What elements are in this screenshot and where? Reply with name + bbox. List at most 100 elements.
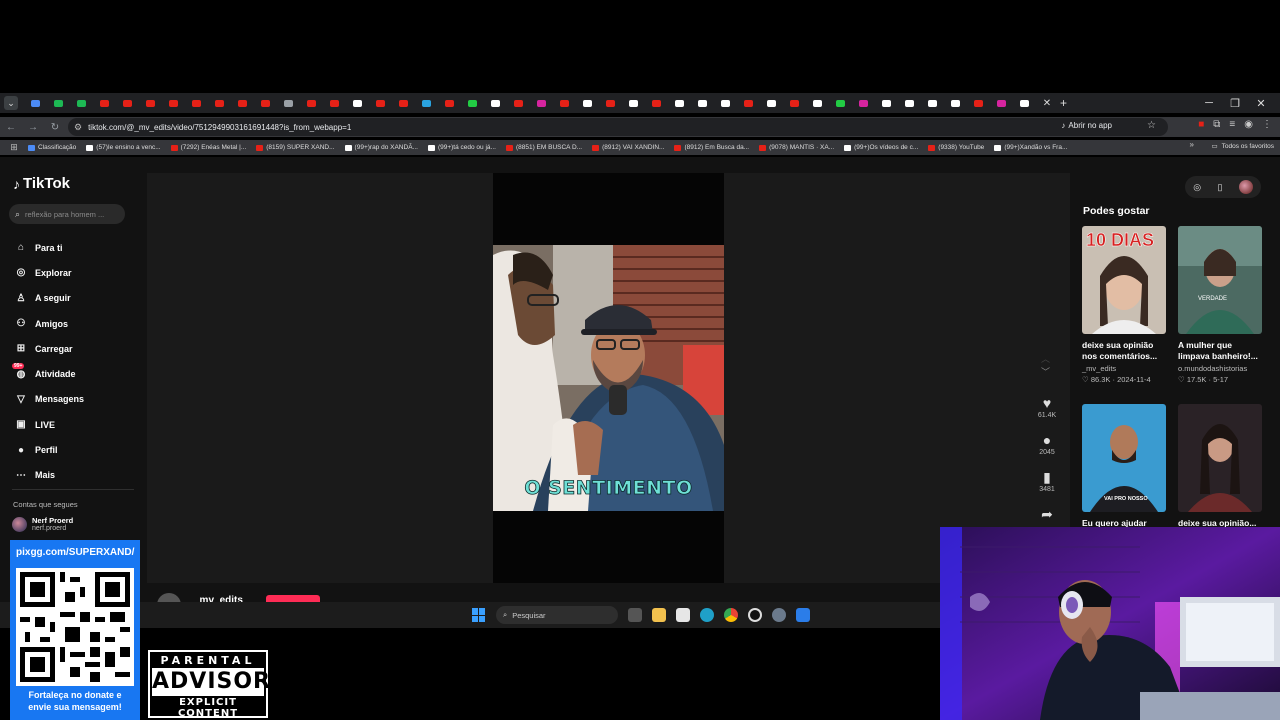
obs-icon[interactable] (748, 608, 762, 622)
browser-tab[interactable] (445, 99, 454, 107)
browser-tab[interactable] (629, 99, 638, 107)
browser-tab[interactable] (330, 99, 339, 107)
browser-tab[interactable] (836, 99, 845, 107)
tab-search-button[interactable]: ⌄ (4, 96, 18, 110)
browser-tab[interactable] (169, 99, 178, 107)
chrome-icon[interactable] (724, 608, 738, 622)
browser-tab[interactable] (698, 99, 707, 107)
browser-tab[interactable] (353, 99, 362, 107)
bookmark-item[interactable]: (7292) Enéas Metal |... (170, 144, 246, 151)
next-video-icon[interactable]: ﹀ (1041, 365, 1050, 378)
bookmark-item[interactable]: (8851) EM BUSCA D... (505, 144, 582, 151)
sidebar-item-upload[interactable]: ⊞ Carregar (12, 336, 84, 361)
sidebar-item-friends[interactable]: ⚇ Amigos (12, 311, 84, 336)
sidebar-item-following[interactable]: ♙ A seguir (12, 286, 84, 311)
new-tab-button[interactable]: + (1060, 96, 1067, 110)
app-blue-icon[interactable] (796, 608, 810, 622)
user-avatar[interactable] (1238, 180, 1253, 194)
bookmark-item[interactable]: (8159) SUPER XAND... (256, 144, 335, 151)
browser-tab[interactable] (560, 99, 569, 107)
forward-icon[interactable]: → (22, 122, 44, 133)
browser-tab[interactable] (997, 99, 1006, 107)
browser-tab[interactable] (100, 99, 109, 107)
browser-tab[interactable] (974, 99, 983, 107)
browser-tab[interactable] (238, 99, 247, 107)
apps-grid-icon[interactable]: ⊞ (0, 142, 28, 153)
browser-tab[interactable] (606, 99, 615, 107)
browser-tab[interactable] (491, 99, 500, 107)
browser-tab[interactable] (951, 99, 960, 107)
bookmark-item[interactable]: (99+)Xandão vs Fra... (994, 144, 1067, 151)
browser-tab[interactable] (468, 99, 477, 107)
browser-tab[interactable] (767, 99, 776, 107)
edge-icon[interactable] (700, 608, 714, 622)
recommended-video-2[interactable]: VERDADE A mulher que limpava banheiro!..… (1178, 226, 1264, 384)
file-explorer-icon[interactable] (652, 608, 666, 622)
store-icon[interactable] (676, 608, 690, 622)
site-info-icon[interactable]: ⚙ (74, 122, 82, 133)
close-tab-icon[interactable]: ✕ (1040, 98, 1054, 109)
bookmark-item[interactable]: (99+)Os vídeos de c... (844, 144, 918, 151)
sidebar-item-profile[interactable]: ● Perfil (12, 437, 84, 462)
profile-avatar-icon[interactable]: ◉ (1244, 119, 1253, 130)
browser-tab[interactable] (1020, 99, 1029, 107)
browser-tab[interactable] (376, 99, 385, 107)
minimize-icon[interactable]: ─ (1196, 97, 1222, 109)
back-icon[interactable]: ← (0, 122, 22, 133)
bookmark-item[interactable]: (99+)rap do XANDÃ... (344, 144, 418, 151)
reload-icon[interactable]: ↻ (44, 122, 66, 133)
browser-tab[interactable] (307, 99, 316, 107)
browser-tab[interactable] (721, 99, 730, 107)
prev-video-icon[interactable]: ︿ (1041, 352, 1050, 365)
sidebar-item-more[interactable]: ⋯ Mais (12, 463, 84, 488)
browser-tab[interactable] (583, 99, 592, 107)
browser-tab[interactable] (146, 99, 155, 107)
comment-icon[interactable]: ● (1043, 432, 1051, 449)
browser-tab[interactable] (192, 99, 201, 107)
sidebar-item-home[interactable]: ⌂ Para ti (12, 235, 84, 260)
bookmark-item[interactable]: (8912) Em Busca da... (674, 144, 749, 151)
browser-tab[interactable] (123, 99, 132, 107)
bookmark-star-icon[interactable]: ☆ (1147, 120, 1156, 131)
reading-list-icon[interactable]: ≡ (1229, 119, 1235, 130)
recommended-video-1[interactable]: 10 DIAS deixe sua opinião nos comentário… (1082, 226, 1168, 384)
bookmark-icon[interactable]: ▮ (1043, 469, 1051, 486)
omnibox[interactable]: ⚙ tiktok.com/@_mv_edits/video/7512949903… (68, 118, 1168, 136)
browser-tab[interactable] (882, 99, 891, 107)
menu-dots-icon[interactable]: ⋮ (1262, 119, 1272, 130)
bookmark-item[interactable]: (9338) YouTube (928, 144, 984, 151)
windows-start-icon[interactable] (472, 608, 486, 622)
task-view-icon[interactable] (628, 608, 642, 622)
settings-gear-icon[interactable] (772, 608, 786, 622)
sidebar-item-explore[interactable]: ◎ Explorar (12, 260, 84, 285)
bookmark-item[interactable]: Classificação (28, 144, 76, 151)
browser-tab[interactable] (652, 99, 661, 107)
browser-tab[interactable] (744, 99, 753, 107)
bookmark-item[interactable]: (57)Ie ensino a venc... (86, 144, 161, 151)
browser-tab[interactable] (675, 99, 684, 107)
bookmark-item[interactable]: (99+)tá cedo ou já... (427, 144, 496, 151)
bookmark-item[interactable]: (9078) MANTIS · XA... (759, 144, 834, 151)
all-favorites-folder[interactable]: ▭ Todos os favoritos (1211, 142, 1274, 151)
video-frame[interactable] (493, 245, 724, 511)
browser-tab[interactable] (261, 99, 270, 107)
bookmark-item[interactable]: (8912) VAI XANDIN... (592, 144, 664, 151)
share-arrow-icon[interactable]: ➦ (1041, 506, 1053, 523)
browser-tab[interactable] (422, 99, 431, 107)
browser-tab[interactable] (284, 99, 293, 107)
tiktok-logo[interactable]: ♪ TikTok (13, 175, 70, 192)
browser-tab[interactable] (905, 99, 914, 107)
search-input[interactable]: ⌕ reflexão para homem ... (9, 204, 125, 224)
browser-tab[interactable] (790, 99, 799, 107)
browser-tab[interactable] (813, 99, 822, 107)
sidebar-item-activity[interactable]: ◍ 99+ Atividade (12, 361, 84, 386)
browser-tab[interactable] (31, 99, 40, 107)
browser-tab[interactable] (537, 99, 546, 107)
browser-tab[interactable] (215, 99, 224, 107)
browser-tab[interactable] (77, 99, 86, 107)
extensions-puzzle-icon[interactable]: ⧉ (1213, 119, 1220, 130)
taskbar-search[interactable]: ⌕ Pesquisar (496, 606, 618, 624)
close-window-icon[interactable]: ✕ (1248, 97, 1274, 110)
like-heart-icon[interactable]: ♥ (1043, 395, 1051, 412)
browser-tab[interactable] (928, 99, 937, 107)
